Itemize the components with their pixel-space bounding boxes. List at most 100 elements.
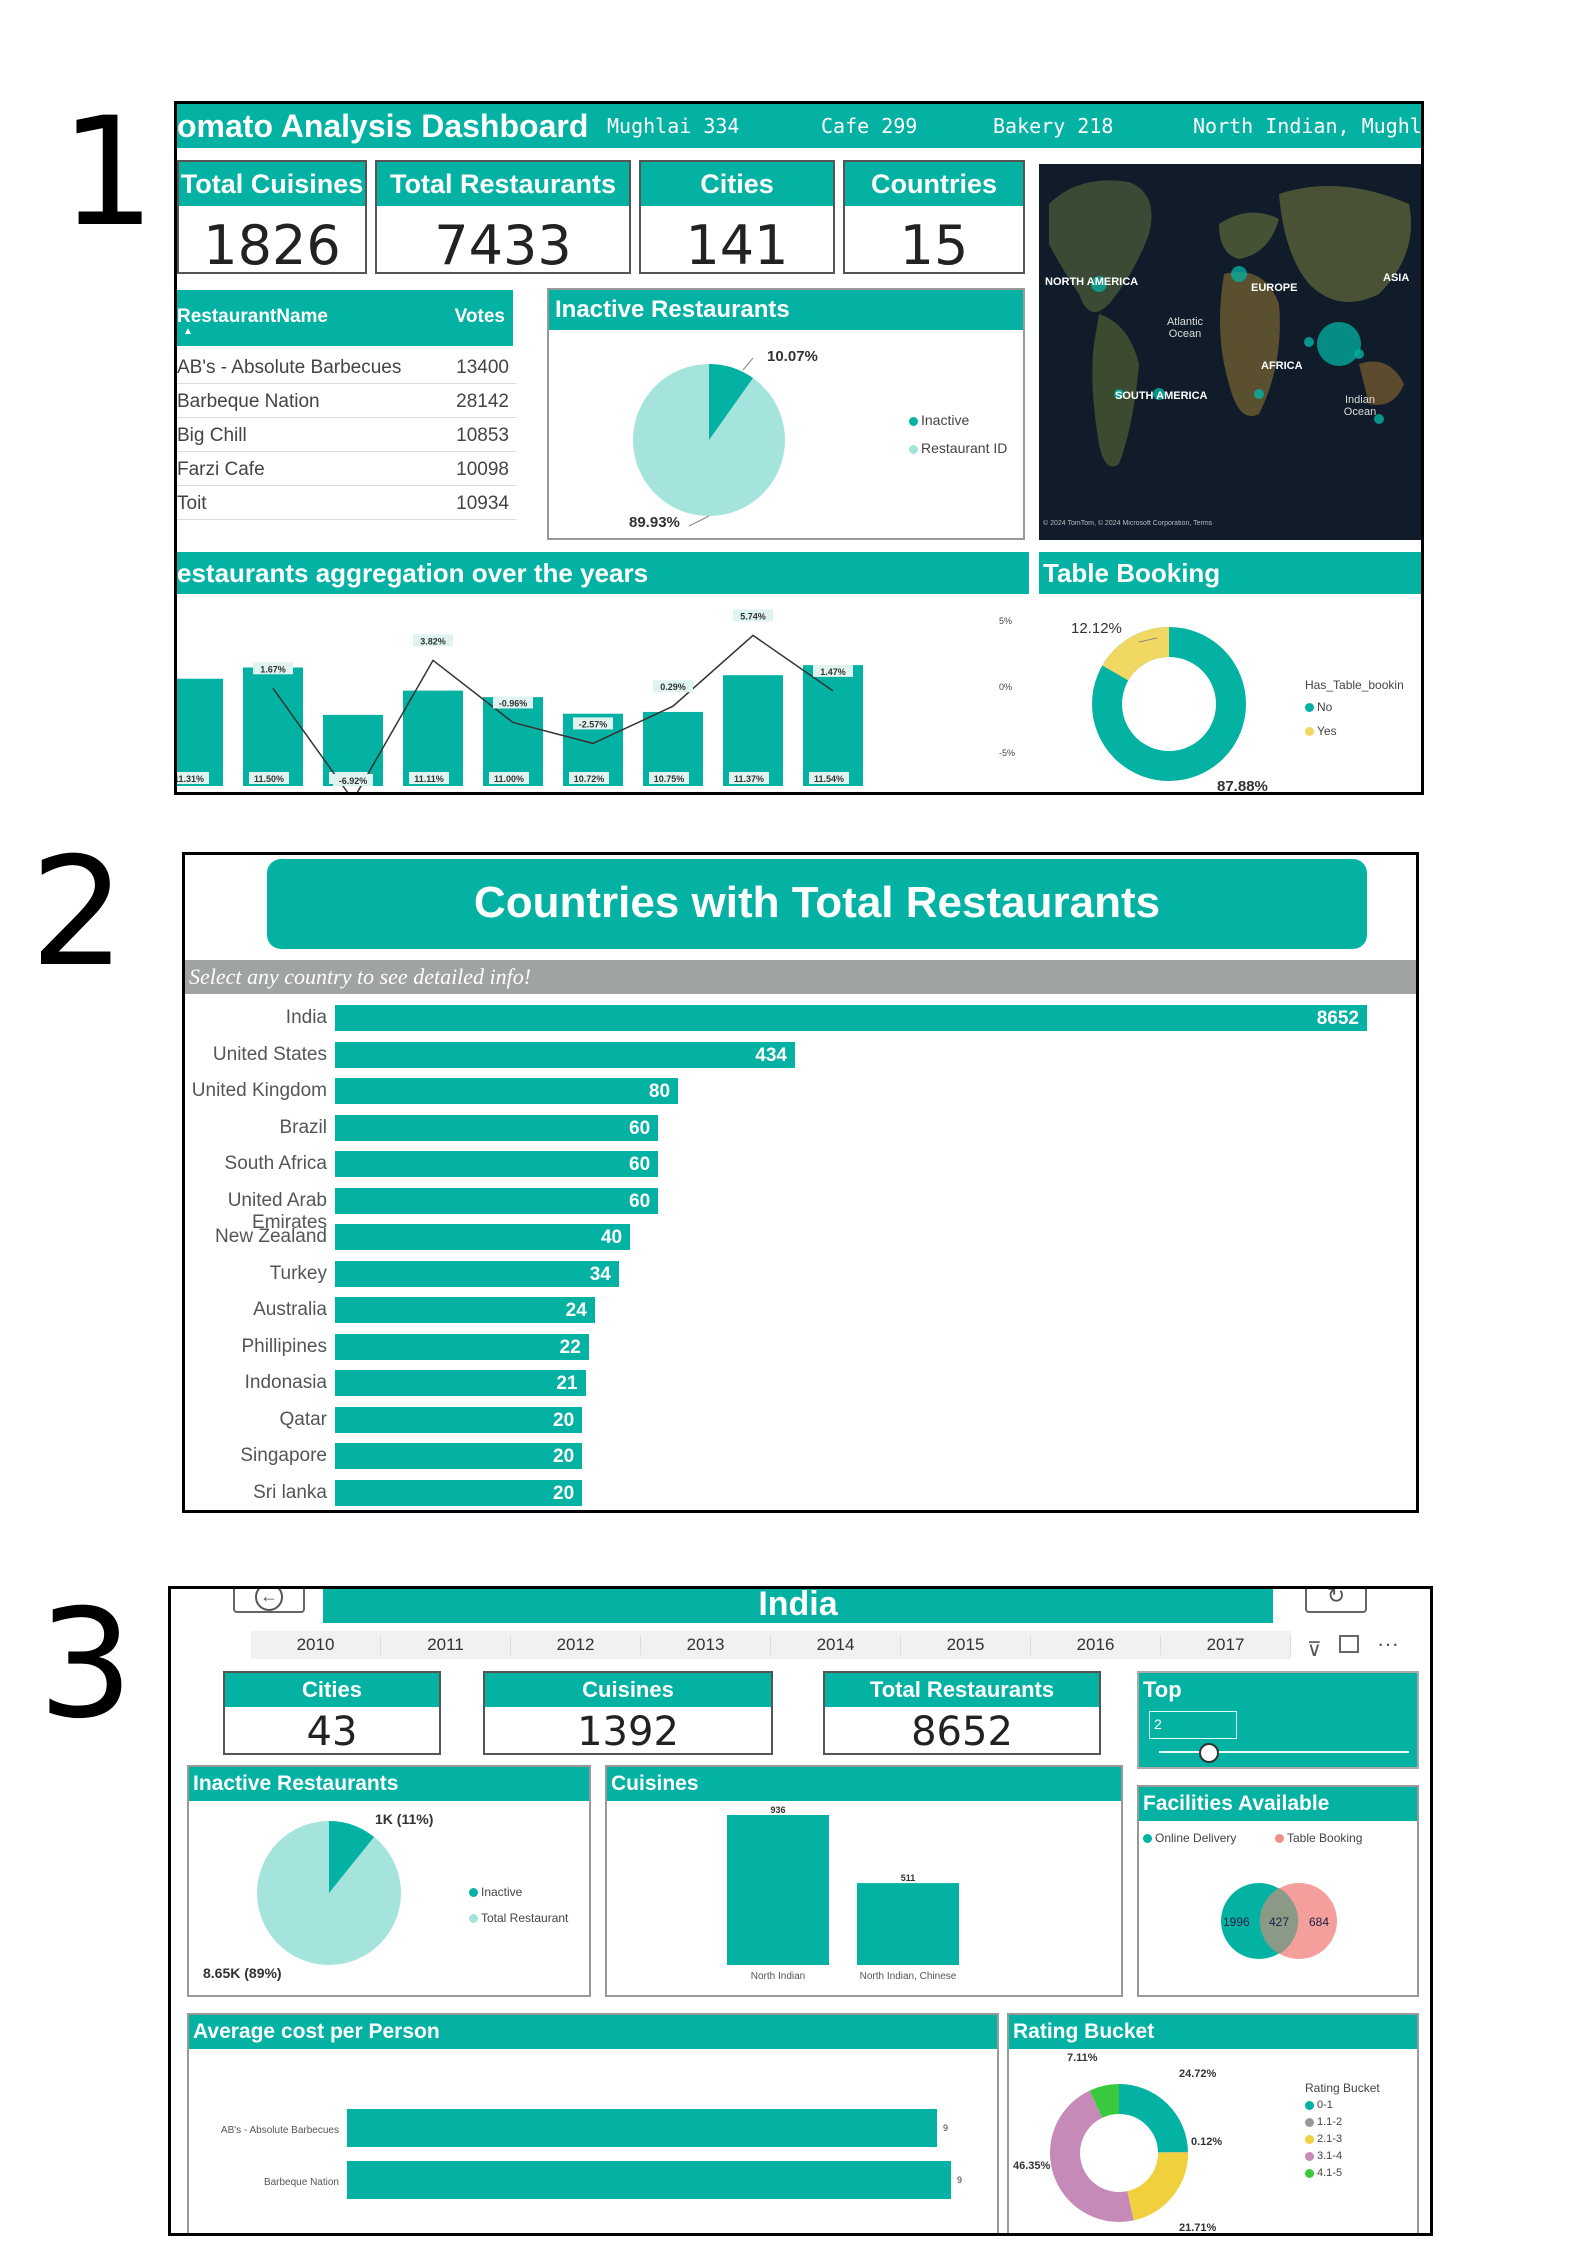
year-option[interactable]: 2010 [251, 1635, 381, 1655]
country-label[interactable]: Australia [185, 1299, 327, 1321]
table-row[interactable]: Big Chill 10853 [177, 418, 517, 452]
legend-item-inactive[interactable]: Inactive [469, 1885, 522, 1899]
country-label[interactable]: Singapore [185, 1445, 327, 1467]
legend-label: Online Delivery [1155, 1831, 1237, 1845]
data-label: 11.37% [734, 774, 764, 784]
slider-track[interactable] [1159, 1751, 1409, 1753]
column-header-name[interactable]: RestaurantName [177, 306, 328, 328]
country-bar[interactable]: 20 [335, 1406, 583, 1433]
world-map[interactable]: NORTH AMERICA EUROPE ASIA Atlantic Ocean… [1039, 164, 1421, 540]
country-bar[interactable]: 20 [335, 1479, 583, 1506]
country-bar[interactable]: 60 [335, 1114, 659, 1141]
country-label[interactable]: Qatar [185, 1409, 327, 1431]
inactive-restaurants-card[interactable]: Inactive Restaurants 1K (11%) 8.65K (89%… [187, 1765, 591, 1997]
bar-value: 20 [553, 1446, 575, 1467]
kpi-value: 141 [685, 214, 789, 277]
country-bar[interactable]: 40 [335, 1224, 631, 1250]
kpi-cuisines[interactable]: Cuisines 1392 [483, 1671, 773, 1755]
back-button[interactable]: ← [233, 1589, 305, 1613]
slider-thumb[interactable] [1199, 1743, 1219, 1763]
country-bar[interactable]: 60 [335, 1151, 659, 1177]
column-header-votes[interactable]: Votes [455, 306, 505, 328]
cuisines-card[interactable]: Cuisines 936 North Indian 511 North Indian,… [605, 1765, 1123, 1997]
legend-item-inactive[interactable]: Inactive [909, 412, 969, 428]
kpi-total-restaurants[interactable]: Total Restaurants 8652 [823, 1671, 1101, 1755]
year-option[interactable]: 2012 [511, 1635, 641, 1655]
kpi-label: Cities [225, 1673, 439, 1707]
country-title: India [323, 1589, 1273, 1623]
line-label: 1.67% [260, 664, 286, 674]
kpi-total-restaurants[interactable]: Total Restaurants 7433 [375, 160, 631, 277]
country-bar[interactable]: 34 [335, 1260, 619, 1287]
table-booking-card[interactable]: Table Booking 12.12% 87.88% Has_Table_bo… [1039, 552, 1421, 795]
country-bar[interactable]: 24 [335, 1297, 595, 1323]
legend-item-table[interactable]: Table Booking [1275, 1831, 1362, 1845]
country-label[interactable]: United States [185, 1044, 327, 1066]
year-option[interactable]: 2015 [901, 1635, 1031, 1655]
country-bar[interactable]: 434 [335, 1041, 795, 1068]
average-cost-bar-chart: AB's - Absolute Barbecues 9 Barbeque Natio… [221, 2109, 962, 2199]
legend-item-no[interactable]: No [1305, 700, 1332, 714]
year-option[interactable]: 2017 [1161, 1635, 1291, 1655]
legend-item[interactable]: 0-1 [1305, 2099, 1415, 2116]
donut-label-no: 87.88% [1217, 778, 1268, 795]
country-bar[interactable]: 21 [335, 1370, 586, 1396]
inactive-restaurants-card[interactable]: Inactive Restaurants 10.07% 89.93% Inact… [547, 288, 1025, 540]
legend-swatch [469, 1914, 478, 1924]
bar-value: 434 [755, 1044, 787, 1066]
country-label[interactable]: Phillipines [185, 1336, 327, 1358]
more-options-icon[interactable]: ··· [1377, 1631, 1399, 1657]
country-label[interactable]: New Zealand [185, 1226, 327, 1248]
line-label: 5.74% [740, 611, 766, 621]
legend-item-yes[interactable]: Yes [1305, 724, 1337, 738]
average-cost-card[interactable]: Average cost per Person AB's - Absolute … [187, 2013, 999, 2233]
aggregation-chart-card[interactable]: estaurants aggregation over the years 11… [177, 552, 1029, 792]
legend-item[interactable]: 4.1-5 [1305, 2167, 1415, 2184]
country-bar[interactable]: 80 [335, 1078, 679, 1104]
country-label[interactable]: Indonasia [185, 1372, 327, 1394]
legend-item[interactable]: 2.1-3 [1305, 2133, 1415, 2150]
dashboard-overview-panel: omato Analysis Dashboard Mughlai 334 Caf… [174, 101, 1424, 795]
legend-item[interactable]: 1.1-2 [1305, 2116, 1415, 2133]
table-booking-donut [1092, 627, 1246, 781]
bar-value: 21 [556, 1373, 578, 1394]
kpi-cities[interactable]: Cities 43 [223, 1671, 441, 1755]
top-n-slicer: Top 2 [1137, 1671, 1419, 1769]
table-row[interactable]: AB's - Absolute Barbecues 13400 [177, 350, 517, 384]
facilities-card[interactable]: Facilities Available Online Delivery Tab… [1137, 1785, 1419, 1997]
legend-item[interactable]: 3.1-4 [1305, 2150, 1415, 2167]
year-option[interactable]: 2016 [1031, 1635, 1161, 1655]
table-row[interactable]: Barbeque Nation 28142 [177, 384, 517, 418]
country-bar[interactable]: 8652 [335, 1005, 1367, 1031]
country-bar[interactable]: 22 [335, 1333, 589, 1360]
bar-value: 60 [629, 1117, 651, 1139]
table-row[interactable]: Toit 10934 [177, 486, 517, 520]
country-bar[interactable]: 60 [335, 1187, 659, 1214]
legend-item-restaurant-id[interactable]: Restaurant ID [909, 440, 1007, 456]
country-label[interactable]: Turkey [185, 1263, 327, 1285]
year-option[interactable]: 2011 [381, 1635, 511, 1655]
legend-item-total[interactable]: Total Restaurant [469, 1911, 568, 1925]
sort-arrow-icon: ▲ [183, 326, 193, 337]
bar [177, 678, 223, 786]
legend-title: Has_Table_bookin [1305, 678, 1404, 692]
year-option[interactable]: 2014 [771, 1635, 901, 1655]
country-bar[interactable]: 20 [335, 1443, 583, 1469]
kpi-value: 7433 [434, 214, 572, 277]
country-label[interactable]: Sri lanka [185, 1482, 327, 1504]
country-label[interactable]: South Africa [185, 1153, 327, 1175]
country-label[interactable]: India [185, 1007, 327, 1029]
reset-button[interactable]: ↻ [1305, 1589, 1367, 1613]
kpi-countries[interactable]: Countries 15 [843, 160, 1025, 277]
kpi-total-cuisines[interactable]: Total Cuisines 1826 [177, 160, 367, 277]
top-n-input[interactable]: 2 [1149, 1711, 1237, 1739]
table-row[interactable]: Farzi Cafe 10098 [177, 452, 517, 486]
year-option[interactable]: 2013 [641, 1635, 771, 1655]
legend-item-online[interactable]: Online Delivery [1143, 1831, 1236, 1845]
filter-icon[interactable]: ⊽ [1307, 1637, 1322, 1662]
country-label[interactable]: Brazil [185, 1117, 327, 1139]
kpi-cities[interactable]: Cities 141 [639, 160, 835, 277]
country-label[interactable]: United Kingdom [185, 1080, 327, 1102]
rating-bucket-card[interactable]: Rating Bucket 24.72% 0.12% 21.71% 46.35% 7.1… [1007, 2013, 1419, 2233]
focus-mode-icon[interactable] [1339, 1635, 1359, 1653]
